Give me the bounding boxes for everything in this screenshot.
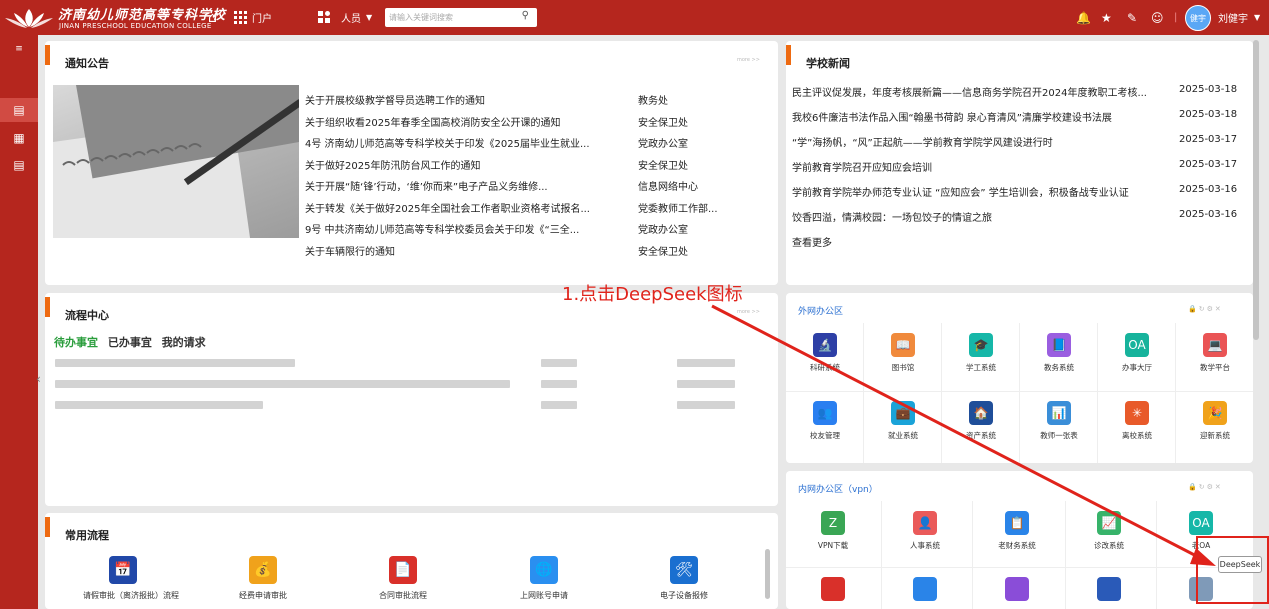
annotation-arrow: [711, 304, 1216, 566]
deepseek-button[interactable]: DeepSeek: [1218, 556, 1262, 573]
